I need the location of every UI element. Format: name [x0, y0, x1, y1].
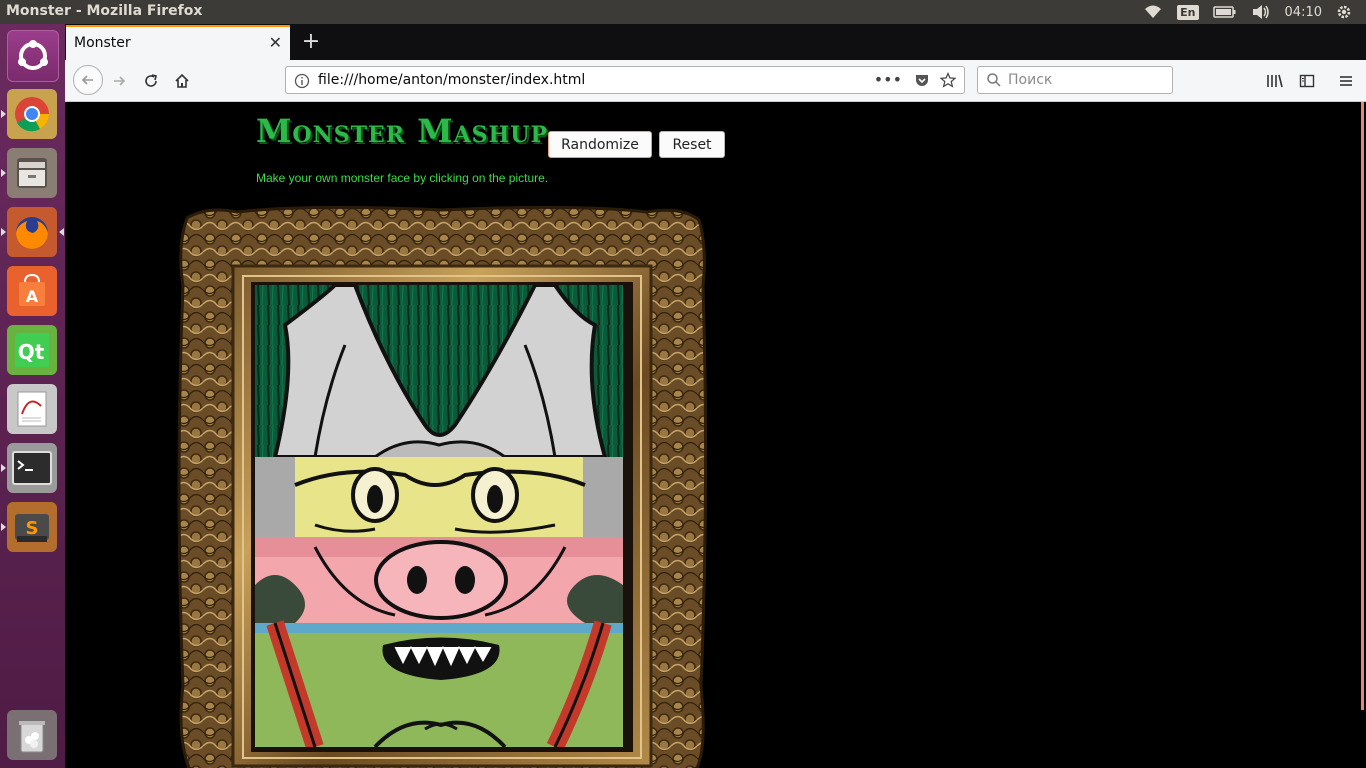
reload-icon	[145, 74, 157, 87]
wifi-icon[interactable]	[1143, 4, 1163, 20]
back-button[interactable]	[73, 65, 103, 95]
launcher-software-center[interactable]: A	[7, 266, 57, 316]
ubuntu-dash-button[interactable]	[7, 30, 59, 82]
monster-top-strip[interactable]	[255, 283, 623, 459]
qt-icon: Qt	[7, 325, 57, 375]
launcher: A Qt S	[0, 24, 65, 768]
page-subtitle: Make your own monster face by clicking o…	[256, 171, 549, 185]
launcher-sublime-text[interactable]: S	[1, 502, 57, 552]
launcher-files[interactable]	[1, 148, 57, 198]
page-actions-icon[interactable]: •••	[874, 70, 902, 89]
launcher-qt-creator[interactable]: Qt	[7, 325, 57, 375]
launcher-firefox[interactable]	[1, 207, 64, 257]
trash-icon	[7, 710, 57, 760]
monster-mouth-strip[interactable]	[255, 620, 623, 751]
volume-icon[interactable]	[1251, 4, 1271, 20]
search-bar[interactable]: Поиск	[977, 66, 1173, 94]
files-icon	[7, 148, 57, 198]
clock[interactable]: 04:10	[1285, 5, 1322, 20]
web-page: Monster Mashup Randomize Reset Make your…	[65, 102, 1359, 768]
sidebar-button[interactable]	[1293, 67, 1321, 95]
close-tab-icon[interactable]: ✕	[269, 33, 282, 52]
tab-strip: Monster ✕ +	[65, 24, 1366, 60]
svg-text:S: S	[26, 518, 39, 539]
new-tab-button[interactable]: +	[297, 28, 325, 56]
home-icon	[175, 73, 189, 88]
arrow-left-icon	[81, 75, 93, 85]
system-tray: En 04:10	[1143, 0, 1366, 24]
battery-icon[interactable]	[1212, 5, 1237, 19]
tab-monster[interactable]: Monster ✕	[66, 25, 290, 60]
terminal-icon	[7, 443, 57, 493]
sublime-icon: S	[7, 502, 57, 552]
hamburger-menu-icon	[1340, 76, 1352, 86]
software-center-icon: A	[7, 266, 57, 316]
chrome-icon	[7, 89, 57, 139]
menu-button[interactable]	[1332, 67, 1360, 95]
library-icon	[1267, 74, 1283, 88]
sidebar-icon	[1299, 74, 1315, 88]
launcher-trash[interactable]	[7, 710, 57, 760]
forward-button[interactable]	[105, 67, 133, 95]
arrow-right-icon	[114, 76, 126, 86]
settings-gear-icon[interactable]	[1336, 4, 1352, 20]
document-viewer-icon	[7, 384, 57, 434]
page-scrollbar-thumb[interactable]	[1361, 102, 1364, 710]
monster-eyes-strip[interactable]	[255, 457, 623, 537]
search-placeholder: Поиск	[1008, 72, 1053, 88]
navigation-toolbar: file:///home/anton/monster/index.html ••…	[65, 60, 1366, 102]
monster-picture[interactable]	[255, 283, 623, 751]
page-info-icon[interactable]	[294, 73, 310, 93]
url-text: file:///home/anton/monster/index.html	[318, 72, 586, 88]
keyboard-layout-indicator[interactable]: En	[1177, 4, 1199, 20]
svg-text:A: A	[26, 287, 39, 306]
library-button[interactable]	[1261, 67, 1289, 95]
url-bar[interactable]: file:///home/anton/monster/index.html ••…	[285, 66, 965, 94]
bookmark-star-icon[interactable]	[939, 72, 957, 92]
reload-button[interactable]	[137, 67, 165, 95]
home-button[interactable]	[168, 67, 196, 95]
top-panel: Monster - Mozilla Firefox En 04:10	[0, 0, 1366, 24]
tab-title: Monster	[74, 35, 131, 51]
monster-nose-strip[interactable]	[255, 537, 623, 623]
launcher-chrome[interactable]	[1, 89, 57, 139]
launcher-document-viewer[interactable]	[7, 384, 57, 434]
search-icon	[986, 72, 1002, 92]
svg-text:Qt: Qt	[18, 340, 45, 364]
window-title: Monster - Mozilla Firefox	[6, 3, 203, 19]
reset-button[interactable]: Reset	[659, 131, 725, 158]
ubuntu-logo-icon	[7, 30, 59, 82]
pocket-icon[interactable]	[914, 72, 930, 92]
firefox-icon	[7, 207, 57, 257]
randomize-button[interactable]: Randomize	[548, 131, 652, 158]
launcher-terminal[interactable]	[1, 443, 57, 493]
page-title: Monster Mashup	[256, 112, 549, 150]
